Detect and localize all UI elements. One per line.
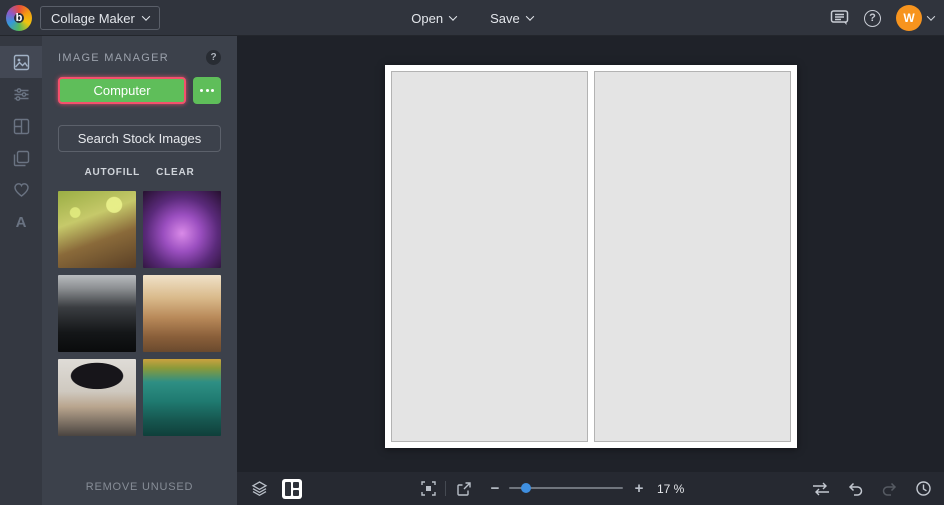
computer-button-label: Computer (93, 83, 151, 98)
open-in-new-button[interactable] (453, 472, 475, 505)
image-thumbnail[interactable] (58, 191, 136, 268)
toolbar-divider (445, 481, 446, 496)
collage-page (385, 65, 797, 448)
ellipsis-icon (200, 89, 203, 92)
clear-button[interactable]: CLEAR (156, 167, 194, 178)
zoom-out-button[interactable]: − (485, 472, 505, 505)
sliders-icon (14, 87, 28, 101)
image-thumbnail-grid (42, 178, 237, 436)
logo-letter: b (15, 12, 23, 24)
sidebar-item-edit[interactable] (0, 78, 42, 110)
layers-button[interactable] (249, 472, 269, 505)
help-glyph: ? (210, 52, 217, 63)
layers-icon (251, 481, 267, 497)
open-in-new-icon (457, 481, 471, 496)
image-thumbnail[interactable] (143, 191, 221, 268)
top-bar: b Collage Maker Open Save ? W (0, 0, 944, 36)
history-controls (812, 472, 932, 505)
chevron-down-icon (525, 12, 534, 21)
sidebar-item-layouts[interactable] (0, 110, 42, 142)
chevron-down-icon (448, 12, 458, 21)
photo-stack-icon (13, 150, 29, 166)
collage-maker-app: b Collage Maker Open Save ? W A IMAGE MA… (0, 0, 944, 505)
image-thumbnail[interactable] (143, 359, 221, 436)
shuffle-icon (813, 482, 829, 495)
computer-upload-button[interactable]: Computer (58, 77, 186, 104)
collage-cell-1[interactable] (391, 71, 588, 442)
image-icon (13, 54, 29, 70)
redo-icon (882, 482, 897, 496)
image-thumbnail[interactable] (58, 275, 136, 352)
sidebar-item-goodies[interactable] (0, 174, 42, 206)
remove-unused-button[interactable]: REMOVE UNUSED (42, 468, 237, 505)
heart-icon (13, 183, 29, 197)
sidebar-item-image-manager[interactable] (0, 46, 42, 78)
collage-cell-2[interactable] (594, 71, 791, 442)
upload-buttons-row: Computer (42, 77, 237, 104)
save-button[interactable]: Save (490, 10, 534, 26)
autofill-clear-row: AUTOFILL CLEAR (42, 167, 237, 178)
sidebar-item-graphics[interactable] (0, 142, 42, 174)
panel-header: IMAGE MANAGER ? (42, 36, 237, 77)
history-clock-icon (916, 481, 931, 496)
help-icon[interactable]: ? (864, 9, 881, 27)
panel-help-icon[interactable]: ? (206, 50, 221, 65)
redo-button[interactable] (881, 481, 898, 497)
text-tool-icon: A (15, 213, 27, 231)
canvas-area (237, 36, 944, 472)
image-thumbnail[interactable] (143, 275, 221, 352)
search-stock-label: Search Stock Images (77, 131, 202, 146)
search-stock-images-button[interactable]: Search Stock Images (58, 125, 221, 152)
more-upload-options-button[interactable] (193, 77, 221, 104)
undo-button[interactable] (847, 481, 864, 497)
help-glyph: ? (869, 12, 876, 24)
image-manager-panel: IMAGE MANAGER ? Computer Search Stock Im… (42, 36, 237, 505)
fit-to-screen-button[interactable] (417, 472, 439, 505)
image-thumbnail[interactable] (58, 359, 136, 436)
layout-grid-icon (13, 118, 29, 134)
feedback-chat-icon[interactable] (830, 9, 849, 27)
undo-icon (848, 482, 863, 496)
history-button[interactable] (915, 480, 932, 497)
open-button[interactable]: Open (411, 10, 458, 26)
autofill-button[interactable]: AUTOFILL (84, 167, 140, 178)
open-label: Open (411, 10, 444, 26)
layout-picker-icon (282, 478, 302, 499)
sidebar-item-text[interactable]: A (0, 206, 42, 238)
shuffle-images-button[interactable] (812, 482, 830, 496)
tool-rail: A (0, 36, 42, 505)
chevron-down-icon (926, 12, 936, 21)
account-menu-button[interactable]: W (896, 5, 936, 31)
zoom-slider[interactable] (509, 483, 623, 493)
bottom-toolbar: − + 17 % (237, 472, 944, 505)
top-right-controls: ? W (830, 0, 936, 36)
save-label: Save (490, 10, 520, 26)
fit-to-screen-icon (420, 481, 436, 496)
zoom-in-button[interactable]: + (629, 472, 649, 505)
panel-title: IMAGE MANAGER (58, 51, 170, 64)
file-controls: Open Save (0, 0, 944, 36)
zoom-percentage: 17 % (657, 481, 685, 496)
avatar: W (896, 5, 922, 31)
zoom-slider-knob[interactable] (521, 483, 531, 493)
layout-picker-button[interactable] (281, 472, 303, 505)
